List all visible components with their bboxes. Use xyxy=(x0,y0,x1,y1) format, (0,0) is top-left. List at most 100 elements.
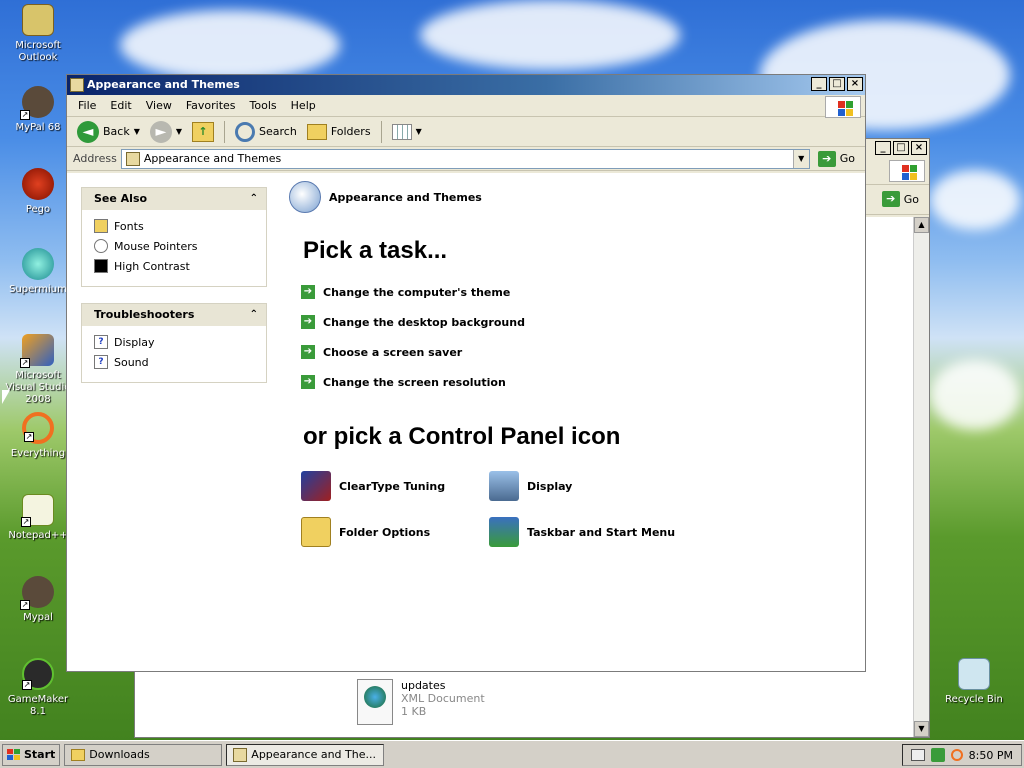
see-also-mouse-pointers[interactable]: Mouse Pointers xyxy=(82,236,266,256)
close-button[interactable]: × xyxy=(847,77,863,91)
everything-tray-icon[interactable] xyxy=(950,749,963,761)
views-button[interactable]: ▼ xyxy=(388,122,426,142)
go-button[interactable]: ➔ Go xyxy=(814,150,859,167)
menu-favorites[interactable]: Favorites xyxy=(179,99,243,112)
search-button[interactable]: Search xyxy=(231,120,301,144)
close-button[interactable]: × xyxy=(911,141,927,155)
see-also-header[interactable]: See Also ⌃ xyxy=(82,188,266,210)
desktop-icon-recycle-bin[interactable]: Recycle Bin xyxy=(936,658,1012,706)
menu-file[interactable]: File xyxy=(71,99,103,112)
desktop-icon-gamemaker[interactable]: ↗ GameMaker 8.1 xyxy=(0,658,76,718)
desktop-icon-outlook[interactable]: Microsoft Outlook xyxy=(0,4,76,64)
cp-taskbar-start-menu[interactable]: Taskbar and Start Menu xyxy=(489,517,675,547)
main-titlebar[interactable]: Appearance and Themes _ □ × xyxy=(67,75,865,95)
task-screen-saver[interactable]: ➔ Choose a screen saver xyxy=(301,345,462,359)
go-label: Go xyxy=(839,152,855,165)
cleartype-icon xyxy=(301,471,331,501)
category-title: Appearance and Themes xyxy=(329,190,482,204)
cp-label: ClearType Tuning xyxy=(339,479,446,493)
up-folder-button[interactable]: ↑ xyxy=(188,120,218,144)
search-label: Search xyxy=(259,125,297,138)
menu-tools[interactable]: Tools xyxy=(243,99,284,112)
desktop-icon-supermium[interactable]: Supermium xyxy=(0,248,76,296)
supermium-icon xyxy=(22,248,54,280)
task-label: Change the screen resolution xyxy=(323,375,506,389)
desktop-icon-mypal[interactable]: ↗ Mypal xyxy=(0,576,76,624)
address-dropdown-button[interactable]: ▼ xyxy=(792,149,809,168)
see-also-high-contrast[interactable]: High Contrast xyxy=(82,256,266,276)
back-button[interactable]: ◄ Back ▼ xyxy=(73,119,144,145)
address-input[interactable]: Appearance and Themes ▼ xyxy=(120,148,810,169)
desktop-icon-label: GameMaker 8.1 xyxy=(7,694,69,717)
desktop-icon-label: Notepad++ xyxy=(8,530,68,541)
appearance-themes-icon xyxy=(289,181,321,213)
task-change-theme[interactable]: ➔ Change the computer's theme xyxy=(301,285,510,299)
desktop-icon-label: Mypal xyxy=(23,612,53,623)
desktop-icon-notepadpp[interactable]: ↗ Notepad++ xyxy=(0,494,76,542)
minimize-button[interactable]: _ xyxy=(875,141,891,155)
back-arrow-icon: ◄ xyxy=(77,120,99,143)
cp-label: Display xyxy=(527,479,573,493)
main-window-controls: _ □ × xyxy=(811,77,863,91)
cp-cleartype-tuning[interactable]: ClearType Tuning xyxy=(301,471,445,501)
desktop-icon-mypal68[interactable]: ↗ MyPal 68 xyxy=(0,86,76,134)
scroll-up-button[interactable]: ▲ xyxy=(914,217,929,233)
see-also-label: Fonts xyxy=(114,219,144,233)
forward-button[interactable]: ► ▼ xyxy=(146,119,186,145)
menu-edit[interactable]: Edit xyxy=(103,99,138,112)
collapse-icon[interactable]: ⌃ xyxy=(250,304,258,326)
toolbar-separator xyxy=(380,120,382,143)
desktop-icon-everything[interactable]: ↗ Everything xyxy=(0,412,76,460)
menu-help[interactable]: Help xyxy=(284,99,323,112)
downloads-window-controls: _ □ × xyxy=(875,141,927,155)
desktop-icon-pego[interactable]: Pego xyxy=(0,168,76,216)
task-screen-resolution[interactable]: ➔ Change the screen resolution xyxy=(301,375,506,389)
toolbar: ◄ Back ▼ ► ▼ ↑ Search Folders ▼ xyxy=(67,117,865,147)
green-arrow-icon: ➔ xyxy=(301,285,315,299)
see-also-fonts[interactable]: Fonts xyxy=(82,216,266,236)
collapse-icon[interactable]: ⌃ xyxy=(250,188,258,210)
menu-view[interactable]: View xyxy=(139,99,179,112)
cp-display[interactable]: Display xyxy=(489,471,572,501)
cp-folder-options[interactable]: Folder Options xyxy=(301,517,430,547)
troubleshooters-header[interactable]: Troubleshooters ⌃ xyxy=(82,304,266,326)
taskbar-button-label: Appearance and The... xyxy=(251,748,376,761)
visual-studio-icon: ↗ xyxy=(20,334,54,368)
category-header: Appearance and Themes xyxy=(289,181,482,213)
gamemaker-icon: ↗ xyxy=(22,658,54,690)
folders-button[interactable]: Folders xyxy=(303,122,375,142)
chevron-down-icon[interactable]: ▼ xyxy=(134,127,140,136)
windows-logo-icon xyxy=(825,96,861,118)
troubleshooter-sound[interactable]: ? Sound xyxy=(82,352,266,372)
back-label: Back xyxy=(103,125,130,138)
taskbar-button-label: Downloads xyxy=(89,748,150,761)
taskbar-button-downloads[interactable]: Downloads xyxy=(64,743,223,766)
troubleshooter-display[interactable]: ? Display xyxy=(82,332,266,352)
appearance-themes-window[interactable]: Appearance and Themes _ □ × File Edit Vi… xyxy=(66,74,866,672)
maximize-button[interactable]: □ xyxy=(829,77,845,91)
downloads-go-button[interactable]: ➔ Go xyxy=(878,191,923,207)
minimize-button[interactable]: _ xyxy=(811,77,827,91)
window-title: Appearance and Themes xyxy=(87,78,240,91)
taskbar-start-icon xyxy=(489,517,519,547)
maximize-button[interactable]: □ xyxy=(893,141,909,155)
desktop-icon-label: Everything xyxy=(10,448,66,459)
file-item-updates[interactable]: updates XML Document 1 KB xyxy=(357,679,485,725)
troubleshooter-label: Display xyxy=(114,335,155,349)
task-change-background[interactable]: ➔ Change the desktop background xyxy=(301,315,525,329)
scroll-down-button[interactable]: ▼ xyxy=(914,721,929,737)
clock[interactable]: 8:50 PM xyxy=(969,749,1013,762)
see-also-label: High Contrast xyxy=(114,259,190,273)
keyboard-icon[interactable] xyxy=(910,749,925,761)
vertical-scrollbar[interactable]: ▲ ▼ xyxy=(913,217,929,737)
search-icon xyxy=(235,121,256,142)
help-icon: ? xyxy=(94,335,108,349)
chevron-down-icon[interactable]: ▼ xyxy=(176,127,182,136)
desktop-icon-visual-studio[interactable]: ↗ Microsoft Visual Studio 2008 xyxy=(0,334,76,406)
green-arrow-icon: ➔ xyxy=(301,375,315,389)
taskbar-button-appearance[interactable]: Appearance and The... xyxy=(226,743,385,766)
forward-arrow-icon: ► xyxy=(149,120,172,143)
network-icon[interactable] xyxy=(930,748,945,762)
start-button[interactable]: Start xyxy=(2,743,61,766)
cloud xyxy=(120,10,340,80)
